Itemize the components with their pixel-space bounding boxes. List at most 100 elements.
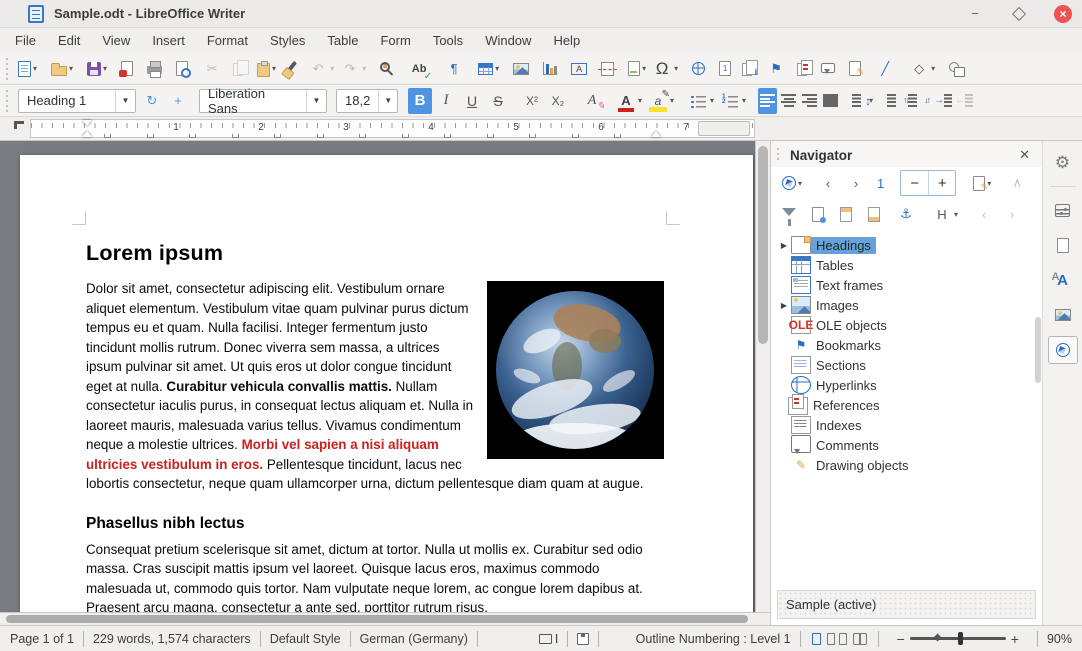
save-dropdown[interactable]: ▾ [103,64,107,73]
document-heading-2[interactable]: Phasellus nibh lectus [86,515,664,533]
book-view-icon[interactable] [853,633,867,645]
show-draw-functions-button[interactable] [947,56,966,82]
insert-endnote-button[interactable] [743,56,754,82]
bullet-list-dropdown[interactable]: ▾ [710,96,714,105]
insert-field-button[interactable]: ▾ [626,56,648,82]
anchor-text-button[interactable]: ⚓ [894,202,918,226]
bullet-list-button[interactable]: ▾ [686,88,716,114]
page-plus-button[interactable]: + [928,171,955,195]
navigator-item-sections[interactable]: Sections [777,355,1042,375]
new-document-button[interactable]: ▾ [16,56,39,82]
zoom-thumb[interactable] [958,632,963,645]
font-color-button[interactable]: A▾ [614,88,644,114]
status-page-number[interactable]: Page 1 of 1 [10,632,74,646]
open-dropdown[interactable]: ▾ [69,64,73,73]
increase-paragraph-spacing-button[interactable] [885,88,904,114]
menu-styles[interactable]: Styles [259,30,316,51]
insert-line-button[interactable]: ╱ [873,56,897,82]
expander-icon[interactable]: ▶ [777,301,791,310]
status-page-style[interactable]: Default Style [270,632,341,646]
insert-chart-button[interactable] [541,56,559,82]
set-reminder-button[interactable] [810,202,826,226]
subscript-button[interactable]: X₂ [546,88,570,114]
italic-button[interactable]: I [434,88,458,114]
redo-dropdown[interactable]: ▾ [362,64,366,73]
content-filter-button[interactable] [780,202,798,226]
font-name-combo[interactable]: Liberation Sans ▼ [199,89,327,113]
align-left-button[interactable] [758,88,777,114]
maximize-button[interactable] [1010,5,1028,23]
numbered-list-button[interactable]: ▾ [718,88,748,114]
increase-indent-button[interactable] [935,88,954,114]
insert-image-button[interactable] [511,56,531,82]
navigator-item-references[interactable]: References [777,395,1042,415]
basic-shapes-button[interactable]: ◇▾ [907,56,937,82]
menu-tools[interactable]: Tools [422,30,474,51]
navigator-close-icon[interactable]: ✕ [1015,147,1034,163]
clone-formatting-button[interactable] [288,56,296,82]
horizontal-scrollbar[interactable] [0,612,770,625]
basic-shapes-dropdown[interactable]: ▾ [931,64,935,73]
insert-comment-button[interactable] [819,56,837,82]
right-indent-marker[interactable] [651,131,661,137]
insert-special-character-dropdown[interactable]: ▾ [674,64,678,73]
highlight-color-dropdown[interactable]: ▾ [670,96,674,105]
navigation-button[interactable]: ▾ [780,171,804,195]
toolbar-grip2[interactable] [4,90,11,112]
insert-field-dropdown[interactable]: ▾ [642,64,646,73]
sidebar-tab-page[interactable] [1048,231,1078,259]
zoom-in-button[interactable]: + [1006,631,1024,647]
insert-table-dropdown[interactable]: ▾ [495,64,499,73]
sidebar-tab-properties[interactable] [1048,196,1078,224]
highlight-color-button[interactable]: a▾ [646,88,676,114]
insert-cross-reference-button[interactable] [798,56,809,82]
navigator-item-comments[interactable]: Comments [777,435,1042,455]
line-spacing-button[interactable]: ▾ [850,88,875,114]
page-minus-button[interactable]: − [901,171,928,195]
menu-format[interactable]: Format [196,30,259,51]
zoom-out-button[interactable]: − [892,631,910,647]
left-indent-marker[interactable] [82,131,92,137]
status-outline-level[interactable]: Outline Numbering : Level 1 [636,632,791,646]
menu-edit[interactable]: Edit [47,30,91,51]
status-word-count[interactable]: 229 words, 1,574 characters [93,632,251,646]
document-page[interactable]: Lorem ipsum [20,155,753,612]
horizontal-ruler[interactable]: 1234567 [30,119,755,138]
navigator-item-images[interactable]: ▶Images [777,295,1042,315]
font-color-dropdown[interactable]: ▾ [638,96,642,105]
insert-page-break-button[interactable] [599,56,616,82]
paste-button[interactable]: ▾ [255,56,278,82]
status-zoom-value[interactable]: 90% [1047,632,1072,646]
new-style-button[interactable]: + [166,88,190,114]
heading-levels-dropdown[interactable]: ▾ [954,210,958,219]
navigator-item-bookmarks[interactable]: ⚑Bookmarks [777,335,1042,355]
horizontal-scrollbar-thumb[interactable] [6,615,748,623]
sidebar-tab-sidebar-settings[interactable]: ⚙ [1048,149,1078,177]
status-language[interactable]: German (Germany) [360,632,468,646]
navigator-item-tables[interactable]: Tables [777,255,1042,275]
save-status-icon[interactable] [577,633,589,645]
drag-mode-button[interactable]: ▾ [971,171,993,195]
navigator-item-ole-objects[interactable]: OLEOLE objects [777,315,1042,335]
spelling-button[interactable]: Ab [406,56,432,82]
menu-view[interactable]: View [91,30,141,51]
heading-levels-button[interactable]: H▾ [930,202,960,226]
formatting-marks-button[interactable]: ¶ [442,56,466,82]
status-insert-mode[interactable]: I [539,632,558,646]
next-button[interactable]: › [844,171,868,195]
update-style-button[interactable]: ↻ [140,88,164,114]
print-button[interactable] [145,56,164,82]
export-pdf-button[interactable] [119,56,135,82]
menu-insert[interactable]: Insert [141,30,196,51]
new-document-dropdown[interactable]: ▾ [33,64,37,73]
footer-button[interactable] [866,202,882,226]
menu-window[interactable]: Window [474,30,542,51]
insert-textbox-button[interactable]: A [569,56,589,82]
save-button[interactable]: ▾ [85,56,109,82]
font-size-combo[interactable]: 18,2 ▼ [336,89,398,113]
numbered-list-dropdown[interactable]: ▾ [742,96,746,105]
print-preview-button[interactable] [174,56,190,82]
document-selector[interactable]: Sample (active) [777,590,1036,619]
menu-form[interactable]: Form [369,30,421,51]
superscript-button[interactable]: X² [520,88,544,114]
